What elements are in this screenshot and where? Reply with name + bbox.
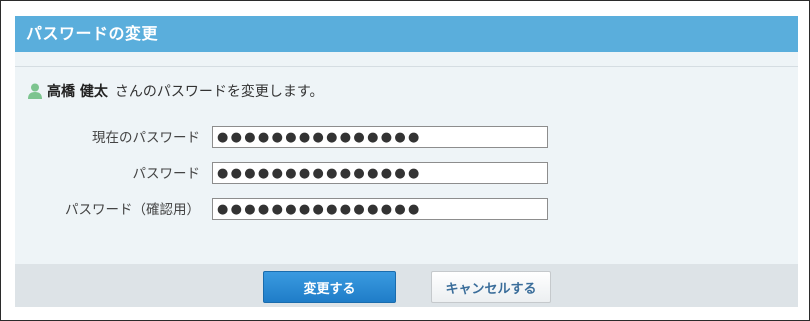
new-password-field[interactable]	[212, 162, 548, 184]
current-password-label: 現在のパスワード	[92, 130, 200, 146]
current-password-row: 現在のパスワード	[15, 126, 798, 150]
confirm-password-field[interactable]	[212, 198, 548, 220]
user-message: 高橋 健太 さんのパスワードを変更します。	[26, 80, 323, 102]
user-name: 高橋 健太	[47, 84, 108, 100]
screenshot-frame: パスワードの変更 高橋 健太 さんのパスワードを変更します。 現在のパスワード …	[0, 0, 810, 321]
new-password-row: パスワード	[15, 162, 798, 186]
confirm-password-row: パスワード（確認用）	[15, 198, 798, 222]
change-button[interactable]: 変更する	[263, 271, 396, 303]
message-text: さんのパスワードを変更します。	[114, 84, 324, 100]
change-password-dialog: パスワードの変更 高橋 健太 さんのパスワードを変更します。 現在のパスワード …	[15, 16, 798, 307]
dialog-footer: 変更する キャンセルする	[15, 264, 798, 307]
new-password-label: パスワード	[132, 166, 201, 182]
cancel-button[interactable]: キャンセルする	[431, 271, 551, 303]
confirm-password-label: パスワード（確認用）	[65, 202, 200, 218]
current-password-field[interactable]	[212, 126, 548, 148]
dialog-title-bar: パスワードの変更	[15, 16, 798, 52]
divider	[15, 66, 798, 67]
dialog-title: パスワードの変更	[26, 24, 159, 43]
user-icon	[26, 82, 44, 100]
